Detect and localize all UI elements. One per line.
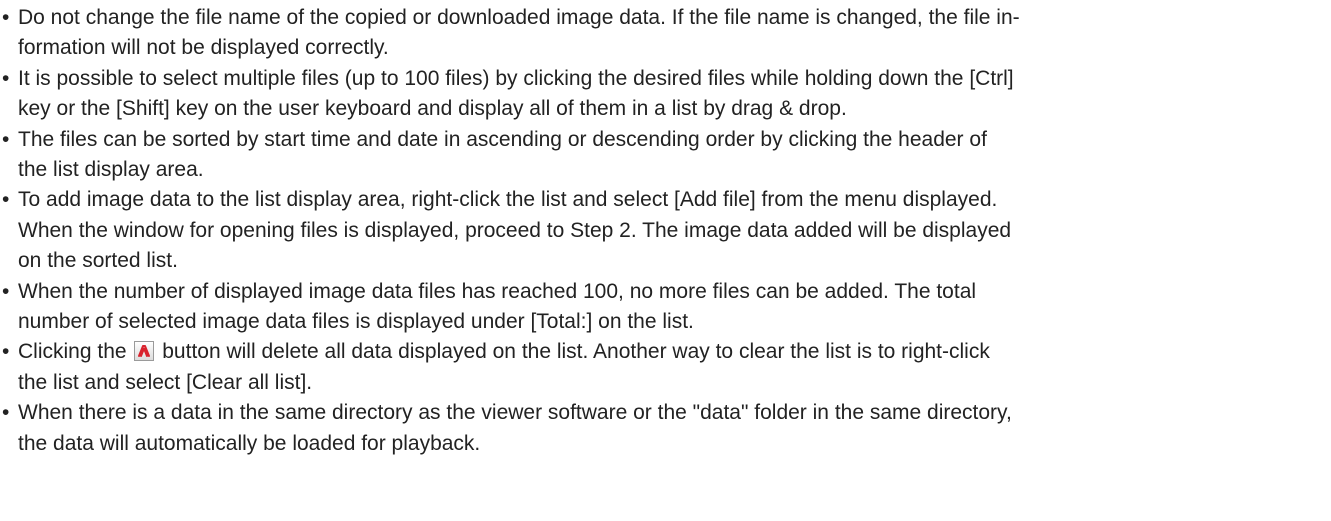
note-line: When the window for opening files is dis…: [18, 218, 1012, 242]
note-text: Clicking the: [18, 340, 127, 364]
note-line: on the sorted list.: [18, 249, 178, 273]
notes-list: • Do not change the file name of the cop…: [0, 0, 1331, 459]
bullet-icon: •: [2, 6, 10, 29]
note-text: button will delete all data displayed on…: [162, 340, 990, 364]
bullet-icon: •: [2, 340, 10, 364]
bullet-icon: •: [2, 127, 10, 151]
note-line: When the number of displayed image data …: [18, 279, 977, 303]
note-line: the list display area.: [18, 158, 204, 182]
note-line: key or the [Shift] key on the user keybo…: [18, 97, 847, 121]
note-add-file: • To add image data to the list display …: [0, 185, 1331, 276]
note-line: number of selected image data files is d…: [18, 310, 694, 334]
note-file-name: • Do not change the file name of the cop…: [0, 3, 1331, 64]
note-multiple-files: • It is possible to select multiple file…: [0, 64, 1331, 125]
note-file-limit: • When the number of displayed image dat…: [0, 277, 1331, 338]
bullet-icon: •: [2, 279, 10, 303]
note-line: the data will automatically be loaded fo…: [18, 431, 481, 455]
note-line: Do not change the file name of the copie…: [18, 6, 1020, 29]
note-line: When there is a data in the same directo…: [18, 401, 1012, 425]
note-sorting: • The files can be sorted by start time …: [0, 125, 1331, 186]
bullet-icon: •: [2, 188, 10, 212]
note-line: Clicking the button will delete all data…: [18, 337, 1331, 367]
note-line: To add image data to the list display ar…: [18, 188, 998, 212]
bullet-icon: •: [2, 66, 10, 90]
note-line: The files can be sorted by start time an…: [18, 127, 987, 151]
note-line: It is possible to select multiple files …: [18, 66, 1014, 90]
note-line: formation will not be displayed correctl…: [18, 36, 389, 60]
note-clear-list: • Clicking the button will delete all da…: [0, 337, 1331, 398]
clear-list-icon[interactable]: [134, 341, 155, 362]
bullet-icon: •: [2, 401, 10, 425]
note-auto-load: • When there is a data in the same direc…: [0, 398, 1331, 459]
note-line: the list and select [Clear all list].: [18, 370, 313, 394]
